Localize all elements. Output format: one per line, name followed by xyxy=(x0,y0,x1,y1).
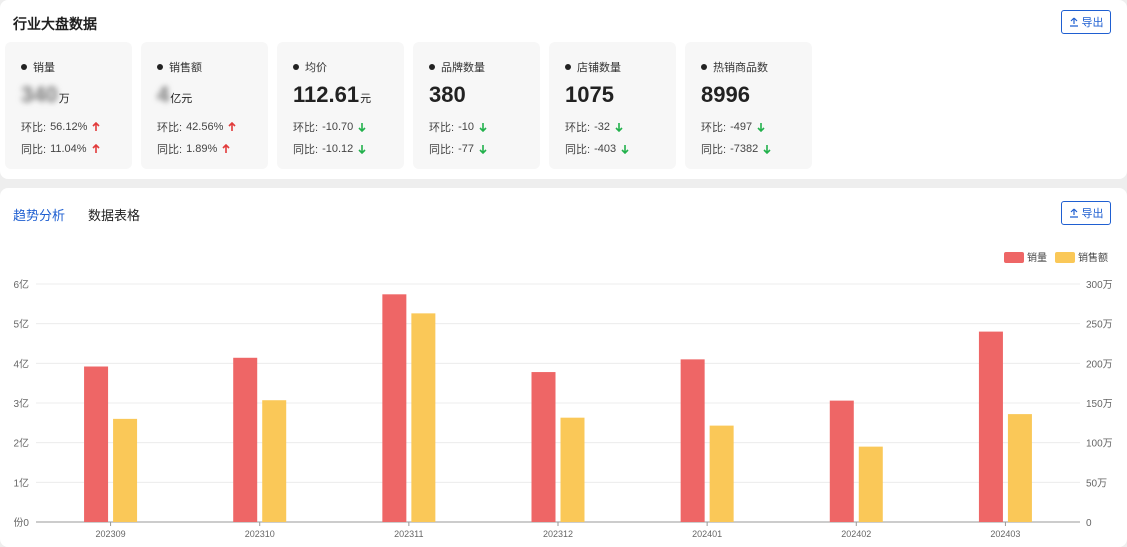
legend-swatch-sales xyxy=(1004,252,1024,263)
y-right-tick-label: 100万 xyxy=(1086,439,1113,450)
export-label: 导出 xyxy=(1081,17,1104,29)
metric-yoy: 同比: -403 xyxy=(565,141,630,157)
metric-card: 热销商品数 8996 环比: -497 同比: -7382 xyxy=(685,42,812,169)
y-left-tick-label: 份0 xyxy=(13,517,29,529)
bar-sales xyxy=(531,372,556,522)
bar-revenue xyxy=(709,425,734,522)
x-tick-label: 202312 xyxy=(543,529,573,539)
bar-revenue xyxy=(411,313,436,522)
metric-name: 品牌数量 xyxy=(429,59,485,75)
metric-card: 店铺数量 1075 环比: -32 同比: -403 xyxy=(549,42,676,169)
metric-value: 380 xyxy=(429,82,466,107)
arrow-down-icon xyxy=(615,123,623,132)
metric-name: 销量 xyxy=(21,59,55,75)
arrow-up-icon xyxy=(222,144,230,153)
y-right-tick-label: 0 xyxy=(1086,518,1092,529)
bar-revenue xyxy=(262,400,287,522)
x-tick-label: 202311 xyxy=(394,529,423,539)
bar-revenue xyxy=(113,418,138,522)
arrow-down-icon xyxy=(621,145,629,154)
metric-name: 销售额 xyxy=(157,59,202,75)
bar-revenue xyxy=(858,446,883,522)
bar-sales xyxy=(978,331,1003,522)
arrow-down-icon xyxy=(479,145,487,154)
metric-mom: 环比: -497 xyxy=(701,119,766,135)
metric-name: 均价 xyxy=(293,59,327,75)
metric-value: 8996 xyxy=(701,82,750,107)
y-right-tick-label: 250万 xyxy=(1086,320,1113,331)
bar-sales xyxy=(680,359,705,522)
metric-value: 1075 xyxy=(565,82,614,107)
trend-bar-chart: 份0 0 1亿 50万 2亿 100万 3亿 150万 4亿 200万 5亿 250万 6亿 300万 20… xyxy=(13,251,1113,539)
y-left-tick-label: 6亿 xyxy=(13,278,29,291)
metric-card: 销售额 4 亿元 环比: 42.56% 同比: 1.89% xyxy=(141,42,268,169)
metric-name: 热销商品数 xyxy=(701,59,768,75)
metric-card: 销量 340 万 环比: 56.12% 同比: 11.04% xyxy=(5,42,132,169)
bullet-icon xyxy=(21,64,27,70)
bar-sales xyxy=(233,357,258,522)
industry-overview-panel: 行业大盘数据 导出 销量 340 万 环比: 56.12% 同比: 11.04% 销售… xyxy=(0,0,1127,179)
metric-cards: 销量 340 万 环比: 56.12% 同比: 11.04% 销售额 4 亿元 环比: 4… xyxy=(5,42,812,169)
y-right-tick-label: 200万 xyxy=(1086,359,1113,370)
metric-card: 均价 112.61 元 环比: -10.70 同比: -10.12 xyxy=(277,42,404,169)
x-tick-label: 202403 xyxy=(990,529,1020,539)
bullet-icon xyxy=(429,64,435,70)
y-right-tick-label: 300万 xyxy=(1086,280,1113,291)
export-button[interactable]: 导出 xyxy=(1061,10,1111,34)
bullet-icon xyxy=(565,64,571,70)
metric-mom: 环比: 56.12% xyxy=(21,119,101,135)
bar-revenue xyxy=(560,417,585,522)
bar-revenue xyxy=(1007,414,1032,522)
metric-mom: 环比: -10.70 xyxy=(293,119,367,135)
bullet-icon xyxy=(293,64,299,70)
arrow-down-icon xyxy=(479,123,487,132)
bullet-icon xyxy=(157,64,163,70)
metric-yoy: 同比: -10.12 xyxy=(293,141,367,157)
metric-card: 品牌数量 380 环比: -10 同比: -77 xyxy=(413,42,540,169)
y-left-tick-label: 4亿 xyxy=(13,357,29,370)
metric-yoy: 同比: -77 xyxy=(429,141,488,157)
trend-panel: 趋势分析 数据表格 导出 份0 0 1亿 50万 2亿 100万 3亿 150万 4亿 200万 5… xyxy=(0,188,1127,547)
y-right-tick-label: 150万 xyxy=(1086,399,1113,410)
metric-yoy: 同比: 11.04% xyxy=(21,141,101,157)
arrow-down-icon xyxy=(358,145,366,154)
x-tick-label: 202402 xyxy=(841,529,871,539)
bar-sales xyxy=(382,294,407,522)
arrow-up-icon xyxy=(92,122,100,131)
bullet-icon xyxy=(701,64,707,70)
arrow-up-icon xyxy=(91,144,100,153)
y-left-tick-label: 1亿 xyxy=(13,476,29,489)
y-left-tick-label: 2亿 xyxy=(13,437,29,450)
metric-yoy: 同比: -7382 xyxy=(701,141,772,157)
arrow-down-icon xyxy=(358,123,366,132)
legend-label: 销售额 xyxy=(1078,251,1108,264)
arrow-up-icon xyxy=(228,122,236,131)
y-right-tick-label: 50万 xyxy=(1086,478,1107,489)
metric-value: 4 亿元 xyxy=(157,82,193,107)
y-left-tick-label: 5亿 xyxy=(13,318,29,331)
bar-sales xyxy=(829,400,854,522)
metric-name: 店铺数量 xyxy=(565,59,621,75)
metric-mom: 环比: 42.56% xyxy=(157,119,237,135)
arrow-down-icon xyxy=(763,145,771,154)
x-tick-label: 202310 xyxy=(245,529,275,539)
metric-value: 340 万 xyxy=(21,82,70,107)
y-left-tick-label: 3亿 xyxy=(13,397,29,410)
legend-swatch-revenue xyxy=(1055,252,1075,263)
metric-yoy: 同比: 1.89% xyxy=(157,141,231,157)
metric-value: 112.61 元 xyxy=(293,82,372,107)
x-tick-label: 202309 xyxy=(96,529,126,539)
legend-label: 销量 xyxy=(1027,251,1047,264)
x-tick-label: 202401 xyxy=(692,529,722,539)
section-title: 行业大盘数据 xyxy=(13,16,97,32)
metric-mom: 环比: -10 xyxy=(429,119,488,135)
bar-sales xyxy=(84,366,109,522)
upload-icon xyxy=(1069,17,1078,27)
arrow-down-icon xyxy=(757,123,765,132)
metric-mom: 环比: -32 xyxy=(565,119,624,135)
